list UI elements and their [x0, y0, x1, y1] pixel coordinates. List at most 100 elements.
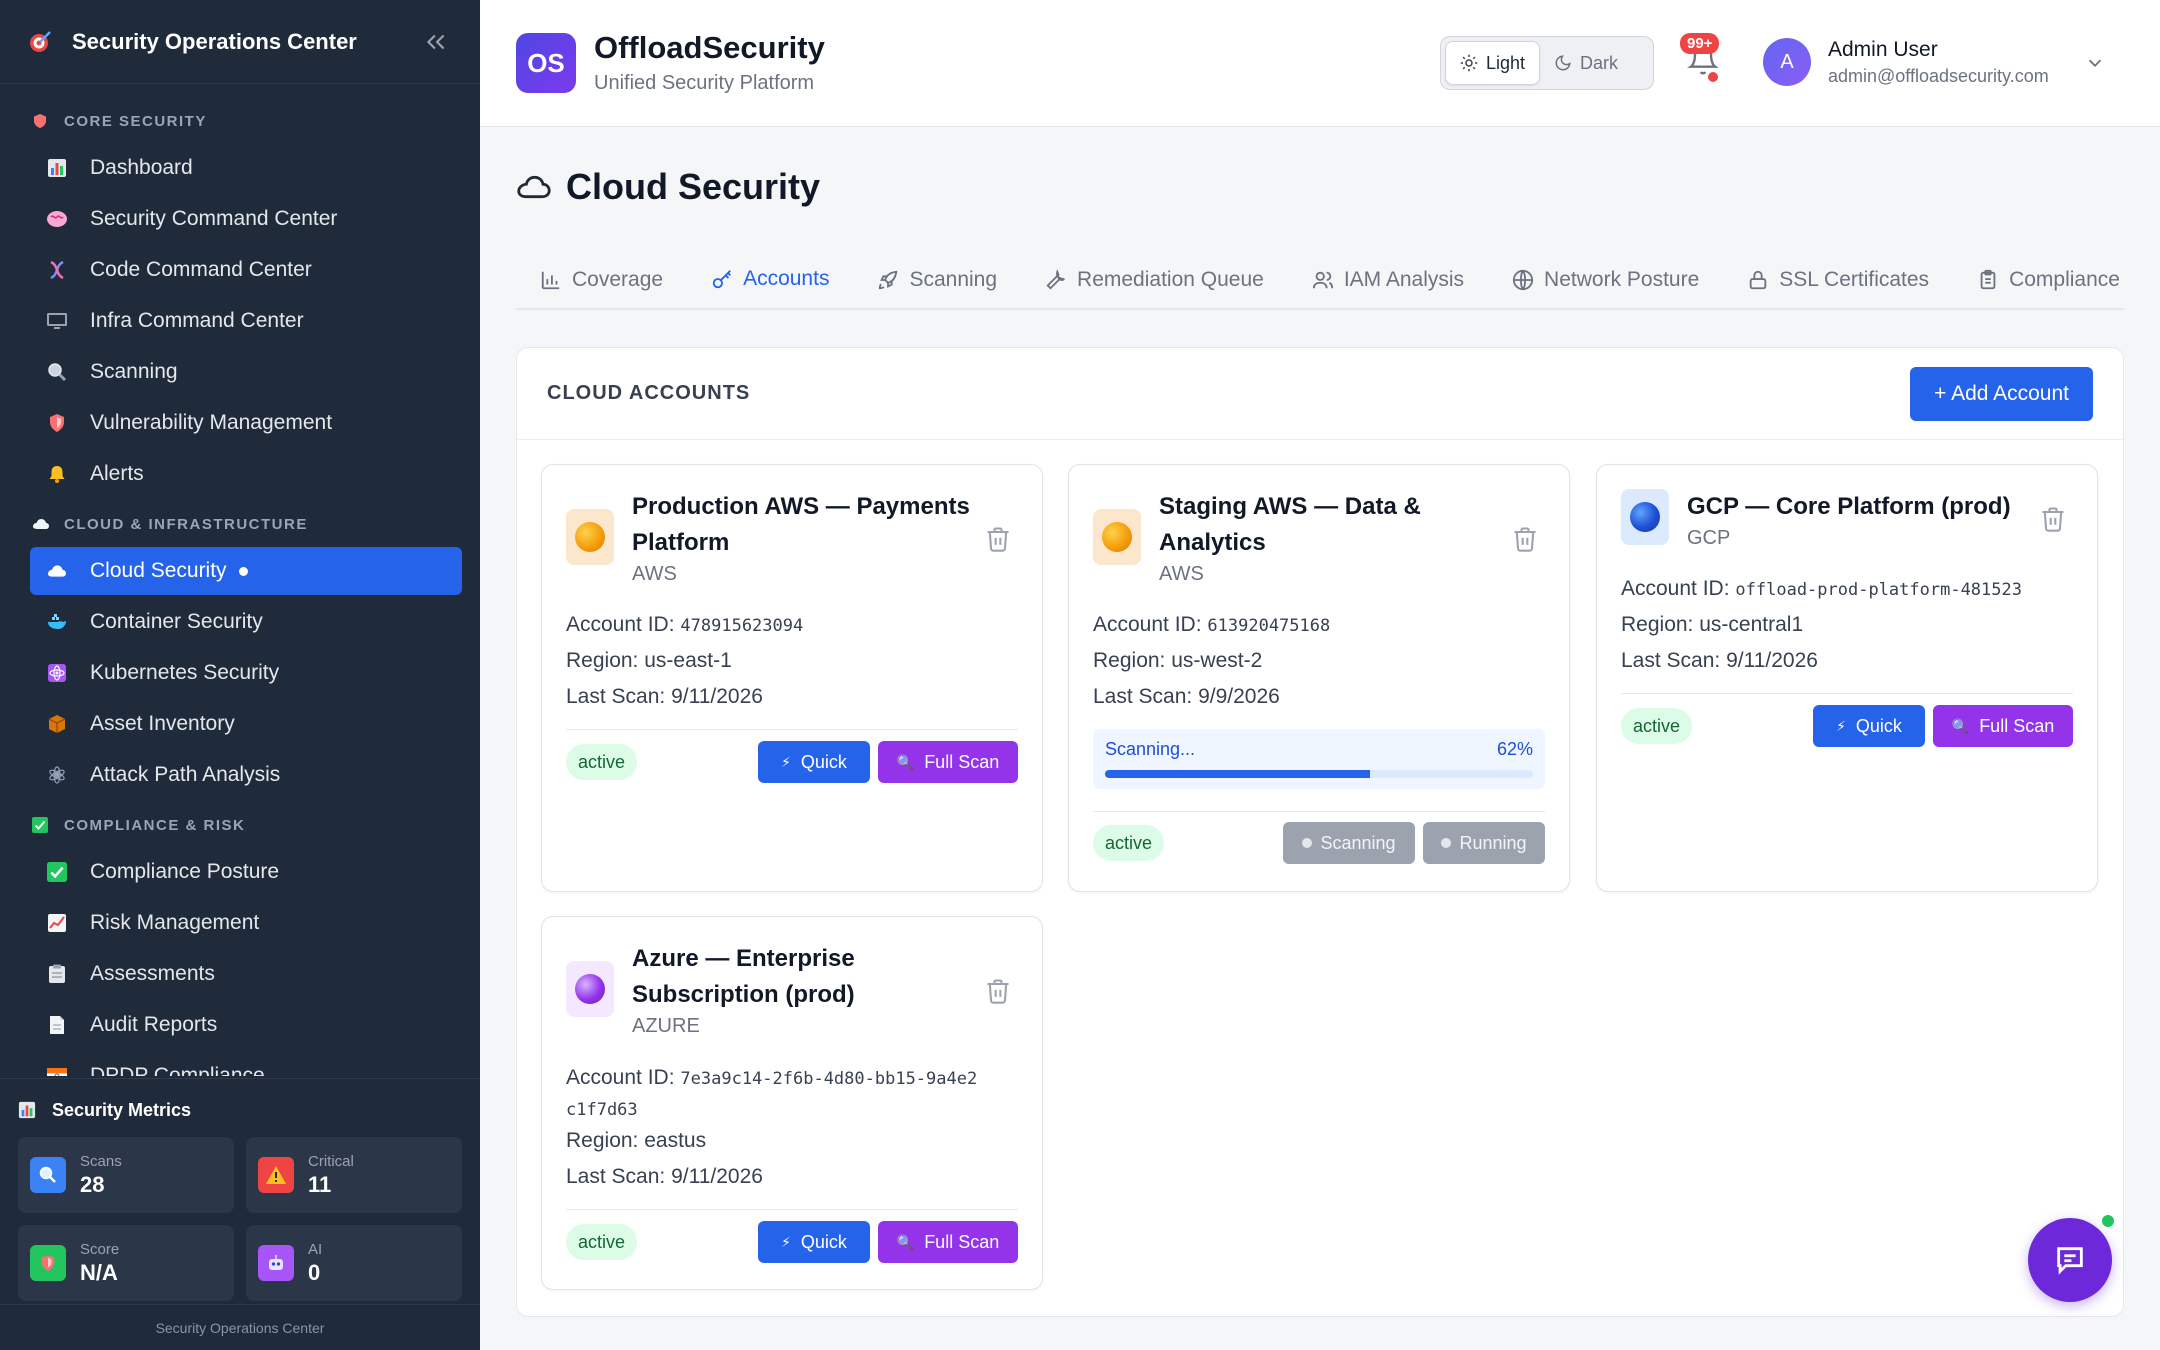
last-scan-value: 9/11/2026	[671, 1165, 763, 1188]
chat-button[interactable]	[2028, 1218, 2112, 1302]
shield-icon	[32, 113, 48, 129]
region-row: Region: us-central1	[1621, 613, 1803, 637]
theme-light-button[interactable]: Light	[1445, 41, 1541, 85]
avatar[interactable]: A	[1763, 38, 1811, 86]
section-compliance-risk: COMPLIANCE & RISK	[0, 802, 480, 848]
sidebar-item-infra-command-center[interactable]: Infra Command Center	[30, 297, 462, 345]
full-scan-label: Full Scan	[924, 751, 1000, 772]
sidebar-item-compliance-posture[interactable]: Compliance Posture	[30, 848, 462, 896]
sidebar-item-alerts[interactable]: Alerts	[30, 450, 462, 498]
cloud-accounts-panel: CLOUD ACCOUNTS + Add Account Production …	[516, 347, 2124, 1317]
flag-icon	[46, 1065, 68, 1076]
region-value: us-central1	[1699, 613, 1804, 636]
quick-scan-button[interactable]: ⚡ Quick	[758, 741, 870, 783]
sidebar-item-scanning[interactable]: Scanning	[30, 348, 462, 396]
sidebar-item-label: Asset Inventory	[90, 712, 235, 735]
active-indicator	[238, 566, 248, 576]
full-scan-button[interactable]: 🔍 Full Scan	[878, 741, 1018, 783]
sidebar-item-cloud-security[interactable]: Cloud Security	[30, 547, 462, 595]
status-dot	[1441, 838, 1452, 848]
scan-progress-percent: 62%	[1496, 739, 1533, 759]
sidebar-item-vulnerability-management[interactable]: Vulnerability Management	[30, 399, 462, 447]
tab-iam-analysis[interactable]: IAM Analysis	[1288, 250, 1488, 308]
tab-scanning[interactable]: Scanning	[853, 250, 1021, 308]
add-account-button[interactable]: + Add Account	[1910, 366, 2093, 421]
status-badge: active	[566, 744, 638, 780]
user-name[interactable]: Admin User	[1828, 38, 1938, 62]
full-scan-button[interactable]: 🔍 Full Scan	[878, 1221, 1018, 1263]
tab-label: Coverage	[572, 268, 664, 291]
shield-icon	[30, 1245, 66, 1281]
tab-remediation-queue[interactable]: Remediation Queue	[1021, 250, 1288, 308]
trash-icon	[987, 979, 1009, 1004]
tab-bar: Coverage Accounts Scanning Remediation Q…	[516, 250, 2124, 310]
sidebar-item-label: Vulnerability Management	[90, 411, 333, 434]
quick-scan-button[interactable]: ⚡ Quick	[758, 1221, 870, 1263]
sidebar-item-audit-reports[interactable]: Audit Reports	[30, 1001, 462, 1049]
delete-account-button[interactable]	[2039, 505, 2067, 538]
tab-network-posture[interactable]: Network Posture	[1488, 250, 1723, 308]
region-label: Region:	[1093, 649, 1166, 672]
page-title-text: Cloud Security	[566, 166, 821, 207]
section-label: CORE SECURITY	[64, 112, 207, 130]
account-name: Azure — Enterprise Subscription (prod)	[632, 945, 855, 1008]
sidebar-item-dpdp-compliance[interactable]: DPDP Compliance	[30, 1052, 462, 1076]
sidebar-item-code-command-center[interactable]: Code Command Center	[30, 246, 462, 294]
metric-value: 28	[80, 1171, 105, 1197]
magnifier-icon	[46, 361, 68, 383]
cloud-icon	[517, 175, 551, 199]
trash-icon	[2042, 507, 2064, 532]
account-id-value: offload-prod-platform-481523	[1735, 580, 2022, 600]
tab-coverage[interactable]: Coverage	[516, 250, 687, 308]
account-id-value: 478915623094	[680, 616, 804, 636]
running-button-label: Running	[1459, 832, 1527, 853]
metrics-title: Security Metrics	[52, 1099, 192, 1120]
delete-account-button[interactable]	[984, 525, 1012, 558]
user-email: admin@offloadsecurity.com	[1828, 66, 2049, 86]
account-id-label: Account ID:	[566, 1066, 675, 1089]
tab-label: IAM Analysis	[1343, 268, 1465, 291]
sidebar-item-attack-path-analysis[interactable]: Attack Path Analysis	[30, 751, 462, 799]
sidebar-item-risk-management[interactable]: Risk Management	[30, 899, 462, 947]
bar-chart-icon	[46, 157, 68, 179]
sidebar-item-kubernetes-security[interactable]: Kubernetes Security	[30, 649, 462, 697]
full-scan-button[interactable]: 🔍 Full Scan	[1933, 705, 2073, 747]
trend-chart-icon	[46, 912, 68, 934]
collapse-sidebar-button[interactable]	[416, 22, 456, 62]
target-icon	[24, 27, 54, 57]
quick-scan-button[interactable]: ⚡ Quick	[1813, 705, 1925, 747]
check-box-icon	[32, 817, 48, 833]
account-id-label: Account ID:	[566, 613, 675, 636]
sidebar-item-label: Cloud Security	[90, 559, 227, 582]
delete-account-button[interactable]	[984, 977, 1012, 1010]
tab-accounts[interactable]: Accounts	[687, 250, 853, 308]
sidebar-item-security-command-center[interactable]: Security Command Center	[30, 195, 462, 243]
region-row: Region: us-east-1	[566, 649, 732, 673]
panel-title: CLOUD ACCOUNTS	[547, 382, 751, 404]
sidebar-item-label: Attack Path Analysis	[90, 763, 281, 786]
metric-value: 11	[308, 1171, 332, 1197]
sidebar-item-container-security[interactable]: Container Security	[30, 598, 462, 646]
sidebar-item-dashboard[interactable]: Dashboard	[30, 144, 462, 192]
sidebar-item-asset-inventory[interactable]: Asset Inventory	[30, 700, 462, 748]
region-row: Region: eastus	[566, 1129, 706, 1153]
chevron-down-icon[interactable]	[2084, 52, 2106, 79]
metrics-header: Security Metrics	[18, 1089, 462, 1131]
card-divider	[1093, 811, 1545, 812]
tab-compliance[interactable]: Compliance	[1953, 250, 2124, 308]
robot-icon	[258, 1245, 294, 1281]
sidebar-item-assessments[interactable]: Assessments	[30, 950, 462, 998]
warning-icon	[258, 1157, 294, 1193]
theme-dark-button[interactable]: Dark	[1540, 41, 1632, 85]
full-scan-label: Full Scan	[1979, 715, 2055, 736]
account-id-label: Account ID:	[1621, 577, 1730, 600]
quick-scan-label: Quick	[1855, 715, 1902, 736]
sidebar-item-label: Container Security	[90, 610, 263, 633]
tab-ssl-certificates[interactable]: SSL Certificates	[1723, 250, 1953, 308]
gcp-provider-icon	[1621, 489, 1669, 545]
last-scan-value: 9/11/2026	[671, 685, 763, 708]
delete-account-button[interactable]	[1511, 525, 1539, 558]
scanning-button-label: Scanning	[1320, 832, 1396, 853]
account-provider: AZURE	[632, 1015, 700, 1037]
chat-icon	[2057, 1247, 2083, 1275]
